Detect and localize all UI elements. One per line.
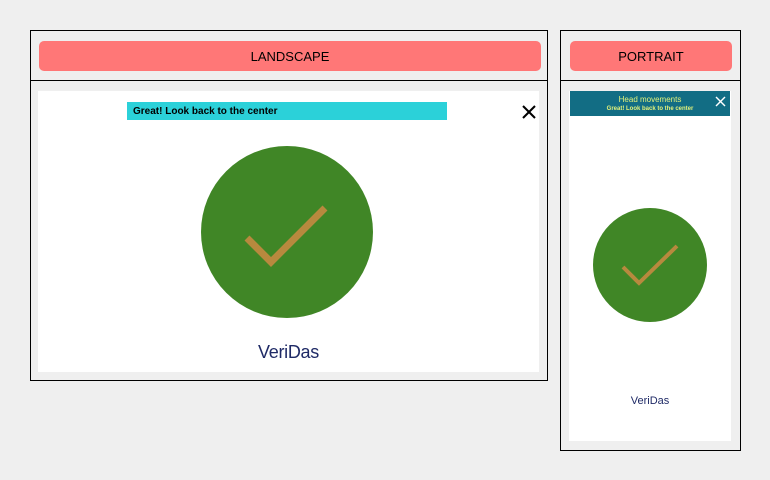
veridas-logo: VeriDas — [630, 395, 670, 407]
landscape-divider — [31, 80, 547, 81]
veridas-logo: VeriDas — [258, 342, 319, 362]
close-icon[interactable] — [521, 104, 537, 120]
landscape-frame: LANDSCAPE Great! Look back to the center… — [30, 30, 548, 381]
landscape-screen: Great! Look back to the center VeriDas — [38, 91, 539, 372]
portrait-screen: Head movements Great! Look back to the c… — [569, 91, 731, 441]
portrait-banner-subtitle: Great! Look back to the center — [606, 106, 694, 112]
check-circle-icon — [593, 208, 707, 322]
portrait-label: PORTRAIT — [618, 48, 684, 64]
landscape-label-button[interactable]: LANDSCAPE — [39, 41, 541, 71]
landscape-banner-text: Great! Look back to the center — [133, 105, 278, 117]
check-circle-icon — [201, 146, 373, 318]
close-icon[interactable] — [715, 96, 726, 107]
portrait-label-button[interactable]: PORTRAIT — [570, 41, 732, 71]
portrait-frame: PORTRAIT Head movements Great! Look back… — [560, 30, 741, 451]
portrait-banner-title: Head movements — [618, 95, 682, 104]
portrait-instruction-banner: Head movements Great! Look back to the c… — [570, 91, 730, 116]
landscape-label: LANDSCAPE — [250, 48, 330, 64]
landscape-instruction-banner: Great! Look back to the center — [127, 102, 447, 120]
portrait-divider — [561, 80, 740, 81]
